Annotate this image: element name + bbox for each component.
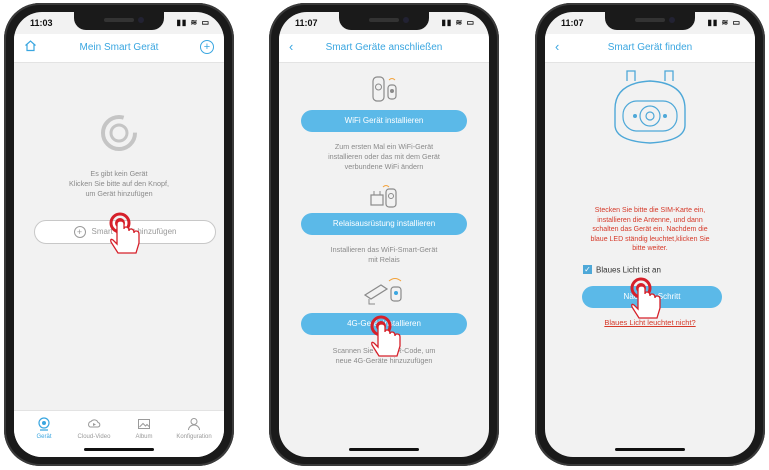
device-icon: [38, 417, 50, 431]
wifi-camera-icon: [372, 76, 397, 102]
install-relay-device-button[interactable]: Relaisausrüstung installieren: [301, 213, 467, 235]
tab-label: Konfiguration: [176, 434, 212, 440]
nav-bar: Mein Smart Gerät +: [14, 34, 224, 63]
signal-wifi-battery-icon: ▮▮ ≋ ▭: [441, 18, 475, 27]
phone-screen-2: 11:07 ▮▮ ≋ ▭ ‹ Smart Geräte anschließen …: [279, 12, 489, 457]
add-device-plus-icon[interactable]: +: [200, 40, 214, 54]
album-icon: [138, 419, 150, 429]
phone-frame-3: 11:07 ▮▮ ≋ ▭ ‹ Smart Gerät finden Stecke…: [535, 3, 765, 466]
instruction-line: schalten das Gerät ein. Nachdem die: [592, 226, 708, 233]
empty-line-2: Klicken Sie bitte auf den Knopf,: [69, 179, 169, 188]
tab-label: Gerät: [36, 434, 52, 440]
home-indicator: [84, 448, 154, 451]
user-icon: [188, 418, 200, 431]
notch: [605, 12, 695, 30]
status-time: 11:03: [30, 18, 53, 28]
plus-circle-icon: +: [73, 226, 86, 238]
tab-cloud-video[interactable]: Cloud-Video: [69, 417, 119, 440]
instruction-line: Stecken Sie bitte die SIM-Karte ein,: [594, 207, 706, 214]
nav-bar: ‹ Smart Gerät finden: [545, 34, 755, 63]
signal-wifi-battery-icon: ▮▮ ≋ ▭: [176, 18, 210, 27]
tab-label: Cloud-Video: [77, 434, 111, 440]
checkbox[interactable]: ✓: [583, 265, 592, 275]
install-wifi-device-button[interactable]: WiFi Gerät installieren: [301, 110, 467, 132]
4g-camera-icon: [363, 278, 402, 305]
desc-line: verbundene WiFi ändern: [344, 162, 424, 171]
instruction-line: bitte weiter.: [632, 245, 668, 252]
4g-camera-illustration: [614, 70, 686, 144]
cloud-video-icon: [88, 419, 101, 428]
empty-state-icon: [101, 115, 137, 151]
empty-line-3: um Gerät hinzufügen: [85, 189, 153, 198]
relay-device-icon: [370, 185, 397, 208]
empty-state-text: Es gibt kein Gerät Klicken Sie bitte auf…: [14, 169, 224, 199]
signal-wifi-battery-icon: ▮▮ ≋ ▭: [707, 18, 741, 27]
blue-light-checkbox-row[interactable]: ✓ Blaues Licht ist an: [583, 265, 661, 275]
instruction-line: installieren die Antenne, und dann: [597, 216, 703, 224]
notch: [339, 12, 429, 30]
tab-device[interactable]: Gerät: [19, 417, 69, 440]
empty-line-1: Es gibt kein Gerät: [90, 169, 148, 178]
page-title: Mein Smart Gerät: [79, 42, 159, 53]
desc-line: Zum ersten Mal ein WiFi-Gerät: [334, 142, 434, 151]
page-title: Smart Geräte anschließen: [325, 42, 443, 53]
phone-screen-3: 11:07 ▮▮ ≋ ▭ ‹ Smart Gerät finden Stecke…: [545, 12, 755, 457]
page-title: Smart Gerät finden: [607, 42, 693, 53]
status-time: 11:07: [295, 18, 318, 28]
tap-pointer-hand-icon: [109, 212, 140, 254]
relay-device-description: Installieren das WiFi-Smart-Gerät mit Re…: [279, 245, 489, 265]
tab-album[interactable]: Album: [119, 417, 169, 440]
tab-label: Album: [135, 434, 153, 440]
tap-pointer-hand-icon: [630, 277, 661, 319]
status-time: 11:07: [561, 18, 584, 28]
desc-line: Installieren das WiFi-Smart-Gerät: [330, 245, 438, 254]
notch: [74, 12, 164, 30]
wifi-device-description: Zum ersten Mal ein WiFi-Gerät installier…: [279, 142, 489, 172]
desc-line: installieren oder das mit dem Gerät: [328, 152, 440, 161]
nav-bar: ‹ Smart Geräte anschließen: [279, 34, 489, 63]
instruction-line: blaue LED ständig leuchtet,klicken Sie: [590, 235, 710, 243]
tab-configuration[interactable]: Konfiguration: [169, 417, 219, 440]
home-indicator: [615, 448, 685, 451]
checkbox-label: Blaues Licht ist an: [596, 265, 661, 275]
setup-instructions: Stecken Sie bitte die SIM-Karte ein, ins…: [555, 206, 745, 254]
phone-frame-2: 11:07 ▮▮ ≋ ▭ ‹ Smart Geräte anschließen …: [269, 3, 499, 466]
home-indicator: [349, 448, 419, 451]
tap-pointer-hand-icon: [370, 315, 401, 357]
desc-line: mit Relais: [368, 255, 400, 264]
